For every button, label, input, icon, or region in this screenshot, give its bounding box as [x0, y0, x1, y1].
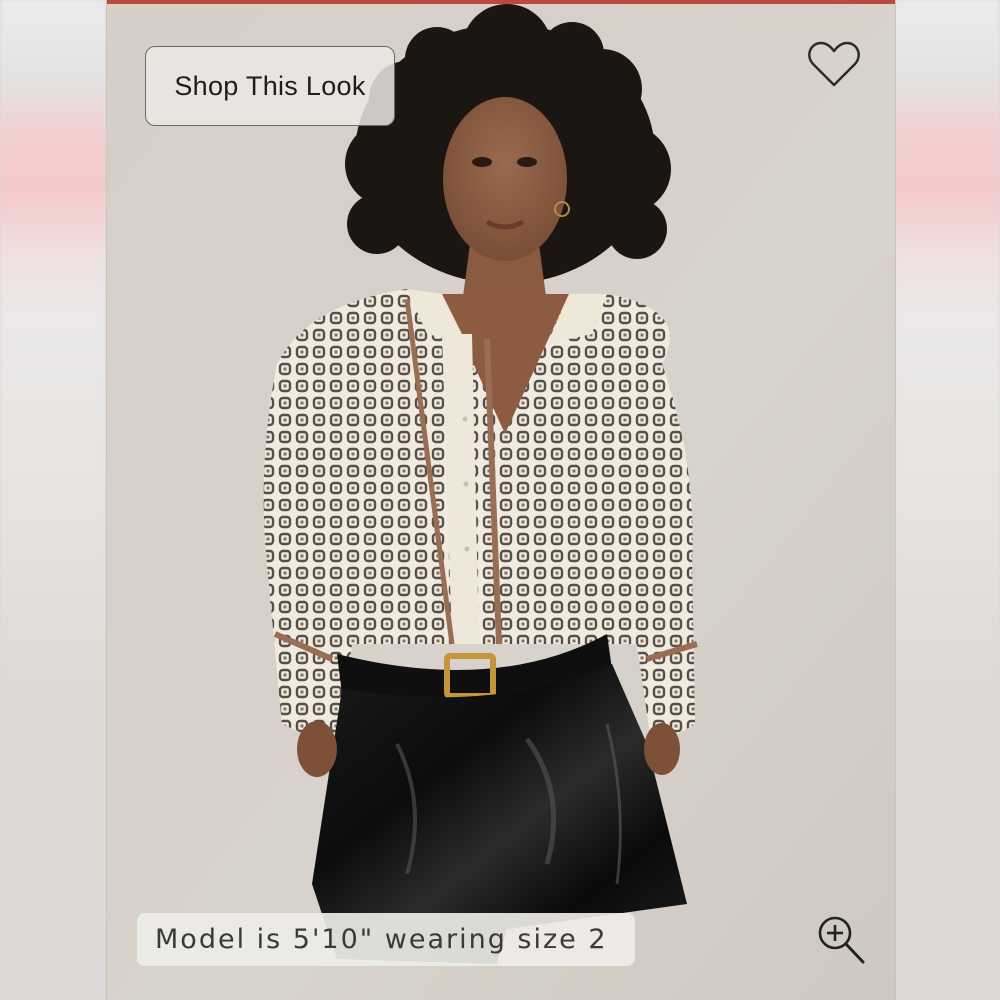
shop-this-look-button[interactable]: Shop This Look: [145, 46, 395, 126]
zoom-button[interactable]: [813, 912, 869, 968]
zoom-in-icon: [818, 916, 865, 964]
heart-outline-icon: [808, 41, 860, 87]
shop-this-look-label: Shop This Look: [174, 70, 366, 101]
model-info-caption: Model is 5'10" wearing size 2: [137, 913, 635, 966]
model-info-text: Model is 5'10" wearing size 2: [155, 924, 608, 955]
blurred-background-left: [0, 0, 106, 1000]
blurred-background-right: [894, 0, 1000, 1000]
product-photo[interactable]: [107, 4, 896, 1000]
favorite-button[interactable]: [807, 40, 861, 90]
product-image-viewer: Shop This Look Model is 5'10" wearing si…: [106, 0, 896, 1000]
